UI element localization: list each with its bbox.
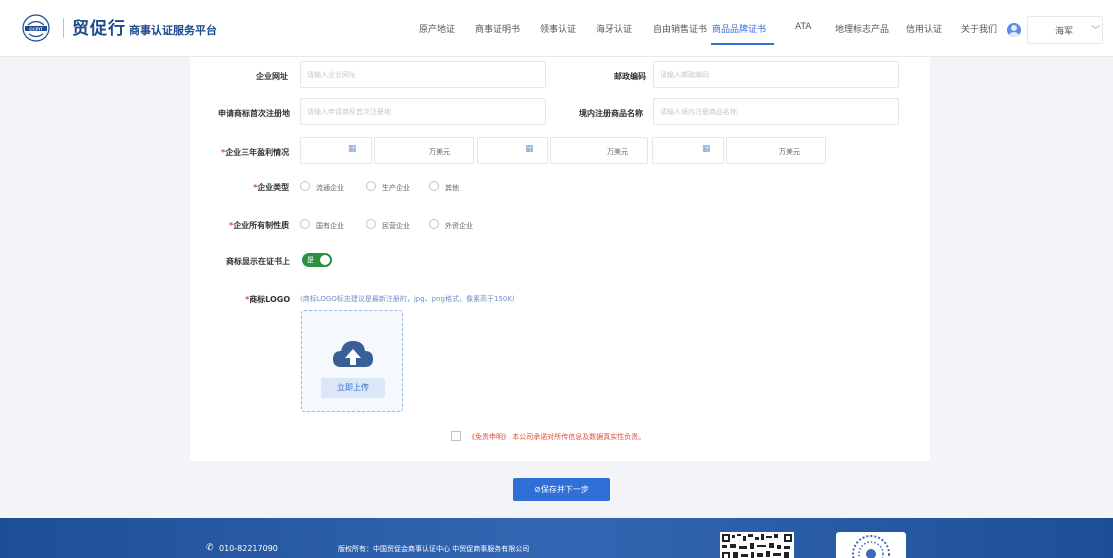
radio-label: 民营企业: [382, 222, 410, 230]
radio-foreign[interactable]: [429, 219, 439, 229]
nav-item-commercial-cert[interactable]: 商事证明书: [475, 22, 520, 35]
logo-hint: (商标LOGO标志建议是最新注册的，jpg、png格式，像素高于150K): [300, 295, 515, 303]
logo-label: *商标LOGO: [245, 294, 290, 305]
brand-main-text: 贸促行: [72, 19, 126, 39]
upload-button[interactable]: 立即上传: [321, 378, 385, 398]
first-registration-label: 申请商标首次注册地: [218, 109, 290, 118]
agreement-text: 《免责申明》 本公司承诺对所传信息及数据真实性负责。: [468, 432, 645, 442]
company-type-label: *企业类型: [253, 182, 289, 193]
toggle-knob: [320, 255, 330, 265]
user-name: 海军: [1055, 27, 1074, 37]
nav-item-free-sale[interactable]: 自由销售证书: [653, 22, 707, 35]
radio-label: 国有企业: [316, 222, 344, 230]
nav-item-apostille[interactable]: 海牙认证: [596, 22, 632, 35]
nav-item-brand-cert[interactable]: 商品品牌证书: [712, 22, 766, 35]
postcode-label: 邮政编码: [614, 72, 646, 81]
radio-label: 流通企业: [316, 184, 344, 192]
radio-distribution[interactable]: [300, 181, 310, 191]
chevron-down-icon: ﹀: [1091, 26, 1101, 36]
unit-label: 万美元: [779, 148, 800, 156]
toggle-text: 是: [307, 256, 314, 264]
logo-divider: [63, 18, 64, 38]
profit-year2-picker[interactable]: ▦: [477, 137, 548, 164]
nav-item-about[interactable]: 关于我们: [961, 22, 997, 35]
show-trademark-label: 商标显示在证书上: [226, 257, 290, 266]
domestic-name-placeholder: 请输入境内注册商品名称: [660, 108, 737, 116]
calendar-icon: ▦: [525, 144, 534, 154]
ccpit-logo-icon[interactable]: CCPIT: [22, 14, 50, 42]
radio-state-owned[interactable]: [300, 219, 310, 229]
ownership-label-text: 企业所有制性质: [233, 221, 290, 230]
calendar-icon: ▦: [348, 144, 357, 154]
profit-year2-amount[interactable]: 万美元: [550, 137, 648, 164]
logo-label-text: 商标LOGO: [249, 295, 291, 304]
profit-year3-picker[interactable]: ▦: [652, 137, 724, 164]
unit-label: 万美元: [429, 148, 450, 156]
radio-production[interactable]: [366, 181, 376, 191]
nav-item-origin[interactable]: 原产地证: [419, 22, 455, 35]
qr-pattern-icon: [722, 534, 792, 558]
website-input[interactable]: 请输入企业网址: [300, 61, 546, 88]
agreement-checkbox[interactable]: [451, 431, 461, 441]
mini-program-icon: [852, 535, 890, 558]
show-trademark-toggle[interactable]: 是: [302, 253, 332, 267]
phone-icon: ✆: [206, 543, 214, 553]
mini-program-code-image: [836, 532, 906, 558]
first-registration-placeholder: 请输入申请商标首次注册地: [307, 108, 391, 116]
user-dropdown[interactable]: 海军 ﹀: [1027, 16, 1103, 44]
first-registration-input[interactable]: 请输入申请商标首次注册地: [300, 98, 546, 125]
radio-label: 生产企业: [382, 184, 410, 192]
save-next-button[interactable]: ⊘保存并下一步: [513, 478, 610, 501]
calendar-icon: ▦: [702, 144, 711, 154]
profit-year1-picker[interactable]: ▦: [300, 137, 372, 164]
user-avatar[interactable]: [1007, 23, 1021, 37]
cloud-upload-icon: [333, 341, 373, 367]
svg-text:CCPIT: CCPIT: [29, 26, 43, 31]
radio-other[interactable]: [429, 181, 439, 191]
footer-phone: 010-82217090: [219, 544, 278, 553]
website-placeholder: 请输入企业网址: [307, 71, 356, 79]
radio-private[interactable]: [366, 219, 376, 229]
footer-copyright: 版权所有：中国贸促会商事认证中心 中贸促商事服务有限公司: [338, 545, 530, 553]
agreement-statement: 本公司承诺对所传信息及数据真实性负责。: [512, 433, 646, 441]
domestic-name-label: 境内注册商品名称: [579, 109, 643, 118]
profit-label: *企业三年盈利情况: [221, 147, 289, 158]
company-type-label-text: 企业类型: [257, 183, 290, 192]
unit-label: 万美元: [607, 148, 628, 156]
brand-title[interactable]: 贸促行 商事认证服务平台: [72, 14, 217, 39]
nav-item-geo-indication[interactable]: 地理标志产品: [835, 22, 889, 35]
footer: ✆ 010-82217090 版权所有：中国贸促会商事认证中心 中贸促商事服务有…: [0, 518, 1113, 558]
disclaimer-link[interactable]: 《免责申明》: [468, 433, 510, 441]
website-label: 企业网址: [256, 72, 288, 81]
profit-year3-amount[interactable]: 万美元: [726, 137, 826, 164]
qr-code-image: [720, 532, 794, 558]
nav-item-ata[interactable]: ATA: [795, 22, 811, 32]
nav-item-consular[interactable]: 领事认证: [540, 22, 576, 35]
profit-label-text: 企业三年盈利情况: [225, 148, 290, 157]
domestic-name-input[interactable]: 请输入境内注册商品名称: [653, 98, 899, 125]
logo-upload-area[interactable]: 立即上传: [301, 310, 403, 412]
top-header: CCPIT 贸促行 商事认证服务平台 原产地证 商事证明书 领事认证 海牙认证 …: [0, 0, 1113, 57]
nav-item-credit[interactable]: 信用认证: [906, 22, 942, 35]
active-tab-underline: [711, 43, 774, 45]
brand-sub-text: 商事认证服务平台: [129, 24, 217, 37]
radio-label: 其他: [445, 184, 459, 192]
ownership-label: *企业所有制性质: [229, 220, 289, 231]
postcode-placeholder: 请输入邮政编码: [660, 71, 709, 79]
radio-label: 外资企业: [445, 222, 473, 230]
postcode-input[interactable]: 请输入邮政编码: [653, 61, 899, 88]
profit-year1-amount[interactable]: 万美元: [374, 137, 474, 164]
